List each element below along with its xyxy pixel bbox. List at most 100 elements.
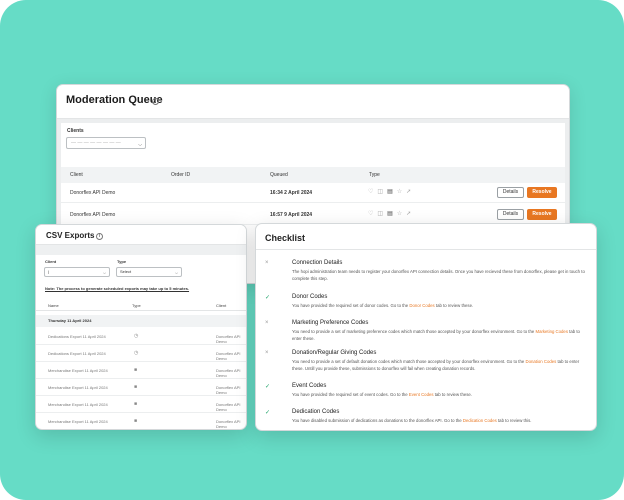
check-icon: ✓ (265, 295, 271, 301)
row-name: Dedications Export 11 April 2024 (48, 351, 106, 356)
description-text: You have provided the required set of ev… (292, 392, 409, 397)
checklist-item-name: Marketing Preference Codes (292, 320, 369, 326)
column-header-type: Type (369, 172, 380, 178)
bag-icon: ■ (134, 367, 138, 373)
column-header-type: Type (132, 303, 141, 308)
checklist-header: Checklist (256, 224, 596, 250)
column-header-client: Client (70, 172, 83, 178)
checklist-item-description: You need to provide a set of default don… (292, 359, 590, 372)
card-icon: ▤ (387, 211, 393, 217)
client-select[interactable]: | ⌵ (44, 267, 110, 277)
table-row[interactable]: Merchandise Export 11 April 2024 ■ Donorfl… (36, 379, 246, 396)
row-client: Donorflex API Demo (70, 190, 116, 196)
table-row[interactable]: Dedications Export 11 April 2024 ◷ Donorfl… (36, 328, 246, 345)
check-icon: ✓ (265, 410, 271, 416)
checklist-window: Checklist × Connection Details The hopi ad… (255, 223, 597, 431)
table-row[interactable]: Merchandise Export 11 April 2024 ■ Donorfl… (36, 413, 246, 429)
type-label: Type (117, 259, 127, 264)
clock-icon: ◷ (134, 333, 139, 339)
description-text: You have disabled submission of dedicati… (292, 418, 463, 423)
row-name: Merchandise Export 11 April 2024 (48, 402, 108, 407)
row-client: Donorflex API Demo (216, 334, 241, 344)
clients-select[interactable]: — — — — — — — — ⌵ (66, 137, 146, 149)
row-name: Merchandise Export 11 April 2024 (48, 368, 108, 373)
details-button[interactable]: Details (497, 209, 524, 220)
description-text: You need to provide a set of marketing p… (292, 329, 536, 334)
type-select[interactable]: Select ⌵ (116, 267, 182, 277)
client-label: Client (45, 259, 57, 264)
description-text: tab to review these. (434, 303, 474, 308)
heart-icon: ♡ (368, 211, 374, 217)
row-queued: 16:57 9 April 2024 (270, 212, 313, 218)
checklist-title: Checklist (265, 233, 306, 243)
cross-icon: × (265, 260, 269, 266)
row-name: Merchandise Export 11 April 2024 (48, 385, 108, 390)
bag-icon: ■ (134, 384, 138, 390)
date-group-heading: Thursday 11 April 2024 (36, 315, 246, 327)
table-header: Client Order ID Queued Type (61, 167, 565, 183)
table-row[interactable]: Merchandise Export 11 April 2024 ■ Donorfl… (36, 396, 246, 413)
heart-icon: ♡ (368, 189, 374, 195)
chevron-down-icon: ⌵ (138, 142, 142, 148)
checklist-item-description: You have provided the required set of ev… (292, 392, 590, 399)
description-text: You need to provide a set of default don… (292, 359, 526, 364)
checklist-item-name: Dedication Codes (292, 409, 340, 415)
client-select-value: | (48, 269, 50, 274)
checklist-item-name: Connection Details (292, 260, 343, 266)
row-client: Donorflex API Demo (70, 212, 116, 218)
resolve-button[interactable]: Resolve (527, 187, 557, 198)
details-button[interactable]: Details (497, 187, 524, 198)
star-icon: ☆ (396, 211, 403, 217)
column-header-order-id: Order ID (171, 172, 191, 178)
table-row: Donorflex API Demo 16:57 9 April 2024 ♡ … (61, 205, 565, 225)
column-header-client: Client (216, 303, 227, 308)
bag-icon: ■ (134, 401, 138, 407)
type-icons: ♡ ◫ ▤ ☆ ➚ (368, 211, 411, 218)
checklist-link[interactable]: Dedication Codes (463, 418, 497, 423)
row-name: Merchandise Export 11 April 2024 (48, 419, 108, 424)
header-band (36, 245, 246, 255)
checklist-item-name: Donation/Regular Giving Codes (292, 350, 377, 356)
row-client: Donorflex API Demo (216, 402, 241, 412)
check-icon: ✓ (265, 384, 271, 390)
column-header-queued: Queued (270, 172, 288, 178)
checklist-item-description: You have disabled submission of dedicati… (292, 418, 590, 425)
checklist-item-description: The hopi administration team needs to re… (292, 269, 590, 282)
table-row[interactable]: Dedications Export 11 April 2024 ◷ Donorfl… (36, 345, 246, 362)
checklist-link[interactable]: Donation Codes (525, 359, 556, 364)
checklist-item-name: Event Codes (292, 383, 327, 389)
checklist-item-description: You have provided the required set of do… (292, 303, 590, 310)
run-icon: ➚ (406, 189, 412, 195)
cross-icon: × (265, 350, 269, 356)
table-row[interactable]: Merchandise Export 11 April 2024 ■ Donorfl… (36, 362, 246, 379)
info-icon[interactable]: i (96, 233, 103, 240)
checklist-item-name: Donor Codes (292, 294, 328, 300)
bag-icon: ◫ (377, 189, 384, 195)
row-client: Donorflex API Demo (216, 385, 241, 395)
table-row: Donorflex API Demo 16:34 2 April 2024 ♡ … (61, 183, 565, 203)
description-text: tab to review this. (496, 418, 532, 423)
resolve-button[interactable]: Resolve (527, 209, 557, 220)
table-header: Name Type Client (36, 299, 246, 311)
export-note: Note: The process to generate scheduled … (45, 286, 190, 291)
clients-select-value: — — — — — — — — (71, 140, 121, 146)
csv-exports-header: CSV Exports i (36, 225, 246, 245)
bag-icon: ◫ (377, 211, 384, 217)
cross-icon: × (265, 320, 269, 326)
clock-icon: ◷ (134, 350, 139, 356)
csv-exports-window: CSV Exports i Client | ⌵ Type Select ⌵ N… (35, 224, 247, 430)
chevron-down-icon: ⌵ (102, 270, 106, 275)
checklist-link[interactable]: Donor Codes (409, 303, 434, 308)
star-icon: ☆ (396, 189, 403, 195)
chevron-down-icon: ⌵ (174, 270, 178, 275)
info-icon[interactable]: i (152, 98, 159, 105)
type-icons: ♡ ◫ ▤ ☆ ➚ (368, 189, 411, 196)
bag-icon: ■ (134, 418, 138, 424)
checklist-link[interactable]: Event Codes (409, 392, 434, 397)
csv-exports-title: CSV Exports (46, 231, 95, 240)
card-icon: ▤ (387, 189, 393, 195)
checklist-item-description: You need to provide a set of marketing p… (292, 329, 590, 342)
description-text: You have provided the required set of do… (292, 303, 410, 308)
row-client: Donorflex API Demo (216, 419, 241, 429)
checklist-link[interactable]: Marketing Codes (535, 329, 567, 334)
